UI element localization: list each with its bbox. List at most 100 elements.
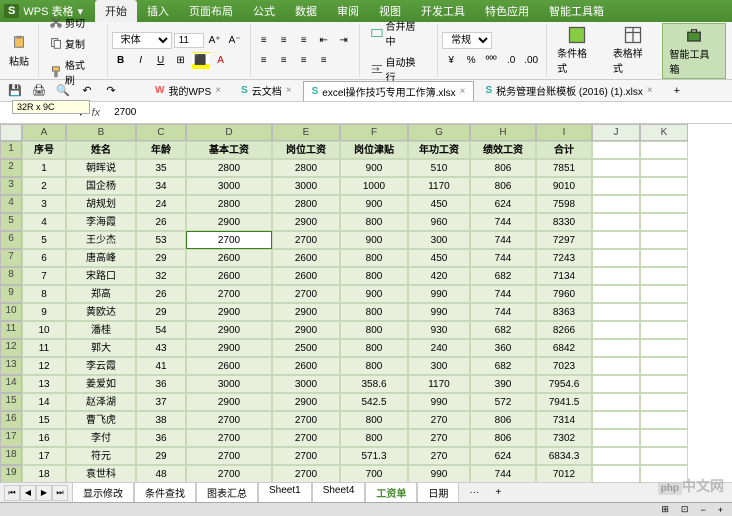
- data-cell[interactable]: 朝晖说: [66, 159, 136, 177]
- close-icon[interactable]: ×: [647, 85, 653, 96]
- data-cell[interactable]: 1170: [408, 177, 470, 195]
- undo-icon[interactable]: ↶: [78, 82, 96, 100]
- data-cell[interactable]: 3: [22, 195, 66, 213]
- data-cell[interactable]: 48: [136, 465, 186, 483]
- menu-tab-3[interactable]: 公式: [243, 0, 285, 22]
- align-center-button[interactable]: ≡: [275, 52, 293, 70]
- empty-cell[interactable]: [640, 411, 688, 429]
- row-header[interactable]: 14: [0, 375, 22, 393]
- empty-cell[interactable]: [640, 159, 688, 177]
- row-header[interactable]: 2: [0, 159, 22, 177]
- data-cell[interactable]: 7598: [536, 195, 592, 213]
- data-cell[interactable]: 6834.3: [536, 447, 592, 465]
- data-cell[interactable]: 800: [340, 321, 408, 339]
- data-cell[interactable]: 4: [22, 213, 66, 231]
- data-cell[interactable]: 3000: [186, 177, 272, 195]
- font-color-button[interactable]: A: [212, 52, 230, 70]
- row-header[interactable]: 15: [0, 393, 22, 411]
- data-cell[interactable]: 12: [22, 357, 66, 375]
- data-cell[interactable]: 赵泽湖: [66, 393, 136, 411]
- data-cell[interactable]: 744: [470, 231, 536, 249]
- data-cell[interactable]: 24: [136, 195, 186, 213]
- empty-cell[interactable]: [640, 195, 688, 213]
- data-cell[interactable]: 2800: [272, 195, 340, 213]
- empty-cell[interactable]: [640, 177, 688, 195]
- data-cell[interactable]: 7851: [536, 159, 592, 177]
- data-cell[interactable]: 2600: [186, 357, 272, 375]
- data-cell[interactable]: 806: [470, 429, 536, 447]
- data-cell[interactable]: 744: [470, 303, 536, 321]
- data-cell[interactable]: 李付: [66, 429, 136, 447]
- align-right-button[interactable]: ≡: [295, 52, 313, 70]
- close-icon[interactable]: ×: [460, 86, 466, 97]
- menu-tab-4[interactable]: 数据: [285, 0, 327, 22]
- menu-tab-8[interactable]: 特色应用: [475, 0, 539, 22]
- empty-cell[interactable]: [592, 429, 640, 447]
- table-header-cell[interactable]: 年龄: [136, 141, 186, 159]
- table-header-cell[interactable]: 基本工资: [186, 141, 272, 159]
- empty-cell[interactable]: [640, 285, 688, 303]
- table-header-cell[interactable]: 岗位工资: [272, 141, 340, 159]
- row-header[interactable]: 8: [0, 267, 22, 285]
- data-cell[interactable]: 800: [340, 339, 408, 357]
- column-header[interactable]: J: [592, 124, 640, 141]
- row-header[interactable]: 5: [0, 213, 22, 231]
- font-size-input[interactable]: [174, 33, 204, 48]
- data-cell[interactable]: 2: [22, 177, 66, 195]
- data-cell[interactable]: 2800: [272, 159, 340, 177]
- indent-increase-button[interactable]: ⇥: [335, 32, 353, 50]
- add-tab-button[interactable]: +: [668, 85, 686, 97]
- data-cell[interactable]: 17: [22, 447, 66, 465]
- data-cell[interactable]: 3000: [272, 375, 340, 393]
- data-cell[interactable]: 2900: [186, 393, 272, 411]
- empty-cell[interactable]: [592, 375, 640, 393]
- doc-tab-0[interactable]: W我的WPS×: [146, 80, 230, 101]
- data-cell[interactable]: 990: [408, 285, 470, 303]
- empty-cell[interactable]: [640, 321, 688, 339]
- sheet-tab[interactable]: 条件查找: [134, 482, 196, 504]
- data-cell[interactable]: 2600: [272, 249, 340, 267]
- row-header[interactable]: 17: [0, 429, 22, 447]
- data-cell[interactable]: 37: [136, 393, 186, 411]
- bold-button[interactable]: B: [112, 52, 130, 70]
- data-cell[interactable]: 曹飞虎: [66, 411, 136, 429]
- data-cell[interactable]: 黄欧达: [66, 303, 136, 321]
- data-cell[interactable]: 胡规划: [66, 195, 136, 213]
- row-header[interactable]: 4: [0, 195, 22, 213]
- data-cell[interactable]: 744: [470, 213, 536, 231]
- comma-button[interactable]: ººº: [482, 51, 500, 69]
- column-header[interactable]: E: [272, 124, 340, 141]
- data-cell[interactable]: 682: [470, 267, 536, 285]
- data-cell[interactable]: 7302: [536, 429, 592, 447]
- save-icon[interactable]: 💾: [6, 82, 24, 100]
- data-cell[interactable]: 符元: [66, 447, 136, 465]
- data-cell[interactable]: 53: [136, 231, 186, 249]
- table-header-cell[interactable]: 岗位津贴: [340, 141, 408, 159]
- data-cell[interactable]: 26: [136, 213, 186, 231]
- data-cell[interactable]: 2700: [186, 447, 272, 465]
- select-all-corner[interactable]: [0, 124, 22, 141]
- data-cell[interactable]: 2800: [186, 195, 272, 213]
- empty-cell[interactable]: [640, 393, 688, 411]
- data-cell[interactable]: 2700: [272, 429, 340, 447]
- data-cell[interactable]: 9010: [536, 177, 592, 195]
- data-cell[interactable]: 744: [470, 249, 536, 267]
- data-cell[interactable]: 7954.6: [536, 375, 592, 393]
- data-cell[interactable]: 8: [22, 285, 66, 303]
- data-cell[interactable]: 8266: [536, 321, 592, 339]
- data-cell[interactable]: 2500: [272, 339, 340, 357]
- data-cell[interactable]: 6842: [536, 339, 592, 357]
- column-header[interactable]: D: [186, 124, 272, 141]
- data-cell[interactable]: 1: [22, 159, 66, 177]
- empty-cell[interactable]: [592, 249, 640, 267]
- underline-button[interactable]: U: [152, 52, 170, 70]
- data-cell[interactable]: 7012: [536, 465, 592, 483]
- empty-cell[interactable]: [640, 213, 688, 231]
- empty-cell[interactable]: [592, 303, 640, 321]
- data-cell[interactable]: 5: [22, 231, 66, 249]
- data-cell[interactable]: 960: [408, 213, 470, 231]
- data-cell[interactable]: 2700: [186, 411, 272, 429]
- redo-icon[interactable]: ↷: [102, 82, 120, 100]
- data-cell[interactable]: 2900: [186, 321, 272, 339]
- data-cell[interactable]: 2900: [272, 321, 340, 339]
